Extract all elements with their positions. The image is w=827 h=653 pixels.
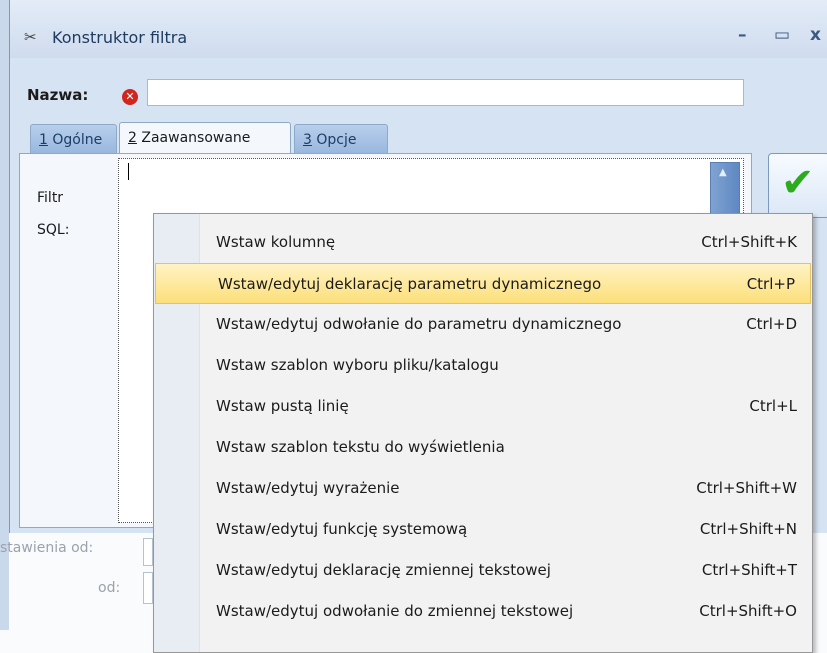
background-window-edge	[0, 0, 9, 630]
menu-item-shortcut: Ctrl+Shift+K	[701, 233, 797, 251]
name-label: Nazwa:	[27, 86, 89, 104]
menu-item-insert-column[interactable]: Wstaw kolumnę Ctrl+Shift+K	[154, 222, 812, 263]
menu-item-dynamic-param-declaration[interactable]: Wstaw/edytuj deklarację parametru dynami…	[155, 263, 811, 304]
close-button[interactable]: x	[810, 25, 821, 45]
ok-button[interactable]: ✔	[768, 153, 827, 218]
error-icon: ✕	[122, 89, 138, 105]
menu-item-display-text-template[interactable]: Wstaw szablon tekstu do wyświetlenia	[154, 427, 812, 468]
menu-item-text-variable-declaration[interactable]: Wstaw/edytuj deklarację zmiennej tekstow…	[154, 550, 812, 591]
menu-item-label: Wstaw szablon wyboru pliku/katalogu	[216, 356, 499, 374]
tab-general[interactable]: 1 Ogólne	[30, 124, 117, 154]
tab-options[interactable]: 3 Opcje	[294, 124, 388, 154]
context-menu: Wstaw kolumnę Ctrl+Shift+K Wstaw/edytuj …	[153, 213, 813, 653]
tab-advanced-number: 2	[128, 130, 137, 146]
menu-item-file-picker-template[interactable]: Wstaw szablon wyboru pliku/katalogu	[154, 345, 812, 386]
background-input-2	[143, 572, 153, 604]
menu-item-label: Wstaw szablon tekstu do wyświetlenia	[216, 438, 505, 456]
name-input[interactable]	[147, 79, 744, 106]
menu-item-shortcut: Ctrl+Shift+O	[699, 602, 797, 620]
tab-general-number: 1	[39, 132, 48, 148]
tab-options-number: 3	[303, 132, 312, 148]
menu-item-label: Wstaw/edytuj deklarację zmiennej tekstow…	[216, 561, 551, 579]
menu-item-expression[interactable]: Wstaw/edytuj wyrażenie Ctrl+Shift+W	[154, 468, 812, 509]
menu-item-dynamic-param-reference[interactable]: Wstaw/edytuj odwołanie do parametru dyna…	[154, 304, 812, 345]
window-title: Konstruktor filtra	[52, 28, 188, 47]
menu-item-label: Wstaw/edytuj odwołanie do parametru dyna…	[216, 315, 622, 333]
sql-filter-label-line2: SQL:	[37, 222, 70, 238]
sql-filter-label: Filtr SQL:	[37, 182, 69, 246]
sql-filter-label-line1: Filtr	[37, 190, 64, 206]
menu-item-label: Wstaw/edytuj funkcję systemową	[216, 520, 468, 538]
menu-item-text-variable-reference[interactable]: Wstaw/edytuj odwołanie do zmiennej tekst…	[154, 591, 812, 632]
tab-advanced-label: Zaawansowane	[136, 130, 251, 146]
menu-item-shortcut: Ctrl+L	[749, 397, 797, 415]
text-caret	[128, 163, 129, 180]
title-bar[interactable]: ✂ Konstruktor filtra – ▭ x	[10, 0, 827, 58]
menu-item-label: Wstaw kolumnę	[216, 233, 336, 251]
menu-item-shortcut: Ctrl+D	[746, 315, 797, 333]
maximize-button[interactable]: ▭	[774, 25, 790, 45]
menu-item-label: Wstaw/edytuj deklarację parametru dynami…	[218, 275, 602, 293]
check-icon: ✔	[781, 160, 815, 206]
filter-wand-icon: ✂	[24, 28, 37, 46]
background-input-1	[143, 538, 153, 566]
menu-item-label: Wstaw pustą linię	[216, 397, 349, 415]
menu-item-empty-line[interactable]: Wstaw pustą linię Ctrl+L	[154, 386, 812, 427]
minimize-button[interactable]: –	[738, 25, 747, 45]
menu-item-shortcut: Ctrl+Shift+W	[696, 479, 797, 497]
menu-item-label: Wstaw/edytuj wyrażenie	[216, 479, 400, 497]
tab-advanced[interactable]: 2 Zaawansowane	[119, 122, 291, 155]
menu-item-shortcut: Ctrl+Shift+T	[701, 561, 797, 579]
scroll-up-icon[interactable]: ▲	[719, 167, 727, 178]
menu-item-shortcut: Ctrl+P	[746, 275, 795, 293]
menu-item-shortcut: Ctrl+Shift+N	[699, 520, 797, 538]
background-label-stawienia: stawienia od:	[0, 540, 94, 556]
menu-item-system-function[interactable]: Wstaw/edytuj funkcję systemową Ctrl+Shif…	[154, 509, 812, 550]
tab-options-label: Opcje	[311, 132, 357, 148]
tab-general-label: Ogólne	[47, 132, 103, 148]
background-label-od: od:	[98, 580, 121, 596]
menu-item-label: Wstaw/edytuj odwołanie do zmiennej tekst…	[216, 602, 574, 620]
